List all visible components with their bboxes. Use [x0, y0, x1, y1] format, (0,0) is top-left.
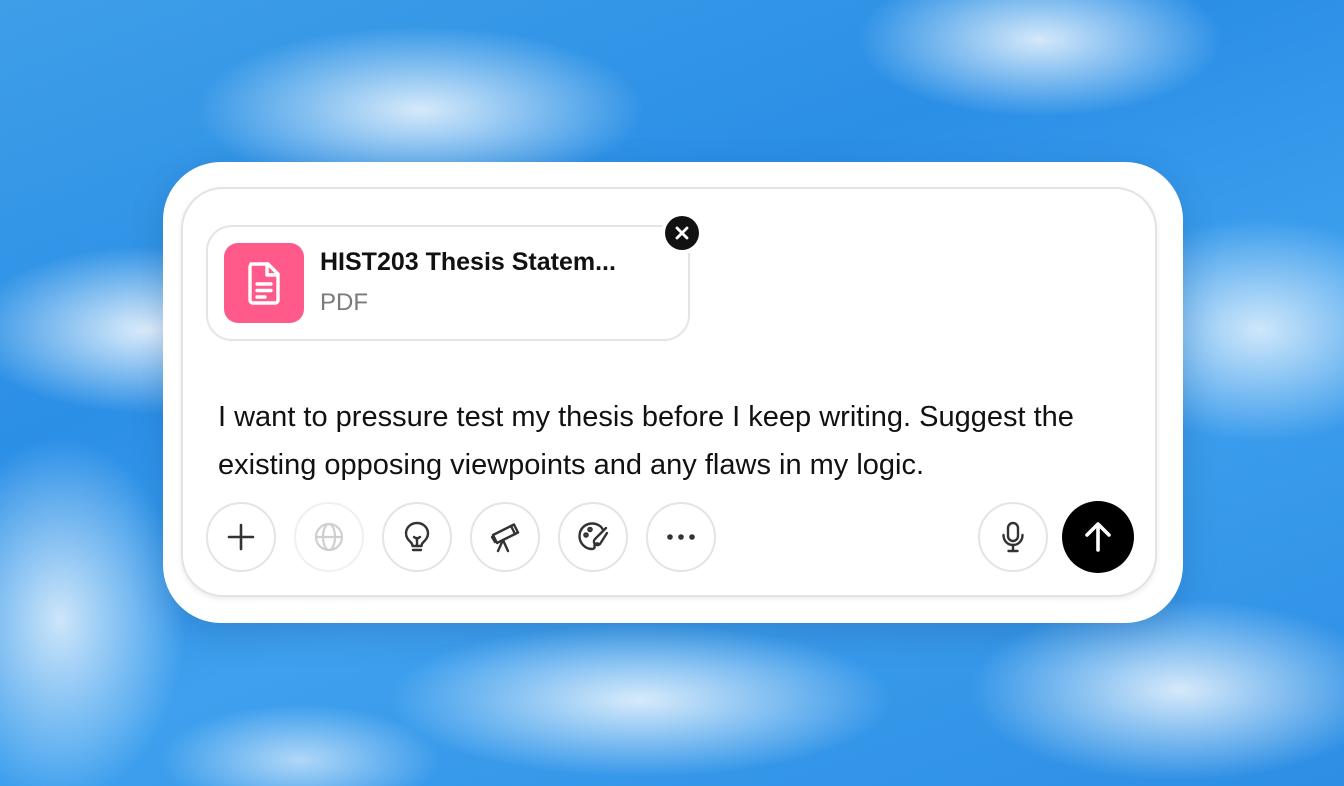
more-icon	[665, 532, 697, 542]
telescope-icon	[488, 520, 522, 554]
dictation-button[interactable]	[978, 502, 1048, 572]
more-tools-button[interactable]	[646, 502, 716, 572]
lightbulb-icon	[402, 520, 432, 554]
close-icon	[675, 226, 689, 240]
paintbrush-icon	[576, 520, 610, 554]
prompt-input[interactable]: I want to pressure test my thesis before…	[218, 393, 1148, 489]
remove-attachment-button[interactable]	[665, 216, 699, 250]
globe-icon	[313, 521, 345, 553]
create-image-button[interactable]	[558, 502, 628, 572]
document-icon	[244, 260, 284, 306]
plus-icon	[226, 522, 256, 552]
deep-research-button[interactable]	[470, 502, 540, 572]
think-button[interactable]	[382, 502, 452, 572]
web-search-button[interactable]	[294, 502, 364, 572]
arrow-up-icon	[1083, 521, 1113, 553]
send-button[interactable]	[1062, 501, 1134, 573]
add-button[interactable]	[206, 502, 276, 572]
attachment-file-name: HIST203 Thesis Statem...	[320, 248, 616, 276]
attachment-file-type: PDF	[320, 289, 368, 316]
file-icon-tile	[224, 243, 304, 323]
microphone-icon	[1000, 520, 1026, 554]
